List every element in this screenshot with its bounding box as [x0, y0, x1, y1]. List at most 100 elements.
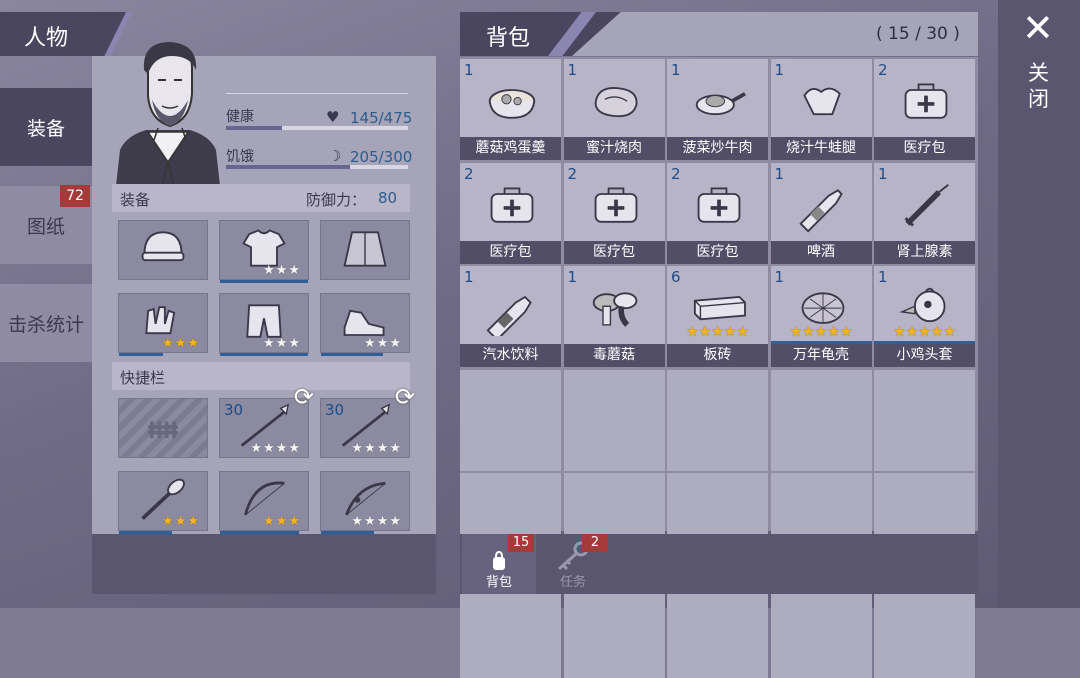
inventory-item[interactable]: 2 医疗包	[460, 162, 561, 264]
hunger-value: 205/300	[350, 148, 413, 166]
inventory-empty-slot[interactable]	[460, 369, 561, 471]
medkit-icon	[697, 187, 741, 223]
star-icon: ★	[814, 324, 828, 341]
star-icon: ★	[364, 441, 376, 456]
bottom-tab-tasks-label: 任务	[559, 575, 586, 590]
close-icon[interactable]: ✕	[1022, 8, 1054, 48]
hunger-label: 饥饿	[226, 149, 254, 165]
star-icon: ★	[263, 514, 275, 529]
star-icon: ★	[930, 324, 944, 341]
rating-stars: ★ ★ ★ ★	[351, 442, 401, 455]
item-count: 2	[567, 164, 578, 183]
star-icon: ★	[275, 336, 288, 351]
equipment-slot[interactable]: ★ ★ ★	[219, 293, 309, 356]
bag-capacity: ( 15 / 30 )	[876, 24, 960, 44]
star-icon: ★	[789, 324, 803, 341]
quickbar-slot[interactable]: ★ ★ ★	[118, 471, 208, 534]
durability-bar	[321, 531, 374, 534]
item-count: 1	[567, 268, 578, 287]
swap-icon[interactable]: ⟳	[294, 383, 314, 411]
durability-bar	[220, 531, 299, 534]
close-button-label[interactable]: 关闭	[1028, 60, 1052, 112]
defense-label: 防御力：	[306, 191, 367, 209]
syringe-icon	[904, 183, 949, 227]
swap-icon[interactable]: ⟳	[395, 383, 415, 411]
locked-slot-icon	[148, 421, 178, 439]
star-icon: ★	[918, 324, 931, 341]
equipment-slot[interactable]: ★ ★ ★	[118, 293, 208, 356]
rating-stars: ★ ★ ★	[364, 337, 401, 350]
rating-stars: ★ ★ ★	[263, 337, 300, 350]
star-icon: ★	[275, 263, 288, 278]
quickbar-slot[interactable]: ★ ★ ★	[219, 471, 309, 534]
tab-equipment[interactable]: 装备	[0, 88, 92, 166]
stomach-icon: ☽	[328, 147, 342, 165]
quickbar-slot[interactable]: 30 ⟳ ★ ★ ★ ★	[219, 383, 314, 458]
item-count: 6	[671, 268, 681, 287]
star-icon: ★	[263, 263, 275, 278]
health-value: 145/475	[350, 109, 413, 127]
quickbar-slot[interactable]: 30 ⟳ ★ ★ ★ ★	[320, 383, 415, 458]
inventory-empty-slot[interactable]	[563, 369, 665, 471]
equipment-title: 装备	[120, 191, 151, 209]
tab-kill-stats[interactable]: 击杀统计	[0, 284, 92, 362]
inventory-item[interactable]: 1 烧汁牛蛙腿	[770, 59, 872, 160]
star-icon: ★	[736, 324, 749, 341]
inventory-item[interactable]: 1 ★ ★ ★ ★ ★ 万年龟壳	[770, 266, 872, 368]
equipment-slot[interactable]: ★ ★ ★	[320, 293, 410, 356]
inventory-item[interactable]: 2 医疗包	[563, 162, 665, 264]
item-name: 医疗包	[460, 240, 561, 264]
star-icon: ★	[389, 336, 401, 351]
star-icon: ★	[698, 324, 712, 341]
star-icon: ★	[723, 324, 737, 341]
star-icon: ★	[686, 324, 699, 341]
medkit-icon	[904, 83, 948, 119]
equipment-slot[interactable]	[118, 220, 208, 280]
star-icon: ★	[162, 336, 174, 351]
item-name: 医疗包	[563, 240, 665, 264]
inventory-item[interactable]: 1 肾上腺素	[874, 162, 975, 264]
inventory-empty-slot[interactable]	[667, 369, 768, 471]
inventory-item[interactable]: 1 蘑菇鸡蛋羹	[460, 59, 561, 160]
inventory-item[interactable]: 2 医疗包	[874, 59, 975, 160]
item-count: 1	[567, 61, 578, 79]
inventory-item[interactable]: 1 ★ ★ ★ ★ ★ 小鸡头套	[874, 266, 975, 368]
equipment-slot[interactable]	[320, 220, 410, 280]
star-icon: ★	[263, 336, 275, 351]
inventory-item[interactable]: 1 毒蘑菇	[563, 266, 665, 368]
item-count: 1	[878, 164, 888, 183]
quickbar-title: 快捷栏	[120, 369, 166, 387]
rating-stars: ★ ★ ★	[263, 264, 300, 277]
item-count: 1	[671, 61, 681, 79]
inventory-item[interactable]: 1 啤酒	[770, 162, 872, 264]
tasks-badge: 2	[582, 534, 608, 552]
item-count: 1	[464, 268, 474, 287]
inventory-item[interactable]: 6 ★ ★ ★ ★ ★ 板砖	[667, 266, 768, 368]
inventory-item[interactable]: 1 菠菜炒牛肉	[667, 59, 768, 160]
inventory-empty-slot[interactable]	[874, 369, 975, 471]
item-name: 蘑菇鸡蛋羹	[460, 137, 561, 160]
item-count: 30	[224, 401, 244, 419]
star-icon: ★	[275, 441, 288, 456]
inventory-item[interactable]: 1 汽水饮料	[460, 266, 561, 368]
item-name: 啤酒	[770, 240, 872, 264]
inventory-item[interactable]: 1 蜜汁烧肉	[563, 59, 665, 160]
inventory-item[interactable]: 2 医疗包	[667, 162, 768, 264]
durability-bar	[220, 353, 308, 356]
backpack-badge: 15	[508, 534, 534, 552]
rating-stars: ★ ★ ★ ★ ★	[771, 324, 872, 341]
equipment-slot[interactable]: ★ ★ ★	[219, 220, 309, 283]
star-icon: ★	[364, 514, 376, 529]
durability-bar	[119, 353, 163, 356]
poison-mushroom-icon	[592, 292, 637, 328]
item-count: 1	[464, 61, 474, 79]
star-icon: ★	[389, 514, 401, 529]
quickbar-slot[interactable]: ★ ★ ★ ★	[320, 471, 410, 534]
defense-value: 80	[378, 189, 398, 207]
item-name: 蜜汁烧肉	[563, 137, 665, 160]
durability-bar	[220, 280, 308, 283]
quickbar-slot[interactable]	[118, 398, 208, 458]
inventory-empty-slot[interactable]	[770, 369, 872, 471]
star-icon: ★	[174, 336, 187, 351]
item-count: 2	[464, 164, 474, 183]
